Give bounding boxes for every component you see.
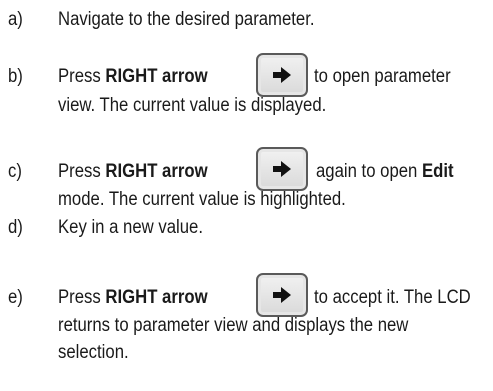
step-text: Navigate to the desired parameter. — [58, 9, 315, 30]
step-text-line2: mode. The current value is highlighted. — [58, 189, 346, 210]
step-text-line1: Press RIGHT arrow — [58, 64, 208, 90]
press-text: Press — [58, 287, 101, 308]
press-text: Press — [58, 161, 101, 182]
edit-mode-label: Edit — [421, 161, 454, 182]
after-key-text: again to open — [316, 161, 418, 182]
step-text: Key in a new value. — [58, 217, 203, 238]
step-text-line3: selection. — [58, 342, 129, 363]
step-text-line1: Press RIGHT arrow — [58, 285, 208, 311]
key-name: RIGHT arrow — [105, 287, 208, 308]
key-name: RIGHT arrow — [105, 66, 208, 87]
right-arrow-icon — [273, 67, 291, 83]
step-text-after-key: again to open Edit — [316, 159, 454, 185]
right-arrow-icon — [273, 287, 291, 303]
step-text-after-key: to open parameter — [314, 66, 451, 87]
right-arrow-key — [256, 147, 308, 191]
step-letter: b) — [8, 66, 23, 87]
key-name: RIGHT arrow — [105, 161, 208, 182]
step-letter: d) — [8, 217, 23, 238]
step-text-line2: view. The current value is displayed. — [58, 95, 327, 116]
right-arrow-key — [256, 53, 308, 97]
step-text-line2: returns to parameter view and displays t… — [58, 315, 409, 336]
right-arrow-key — [256, 273, 308, 317]
press-text: Press — [58, 66, 101, 87]
step-letter: e) — [8, 287, 23, 308]
right-arrow-icon — [273, 161, 291, 177]
step-text-after-key: to accept it. The LCD — [314, 287, 471, 308]
step-letter: a) — [8, 9, 23, 30]
step-letter: c) — [8, 161, 22, 182]
step-text-line1: Press RIGHT arrow — [58, 159, 208, 185]
